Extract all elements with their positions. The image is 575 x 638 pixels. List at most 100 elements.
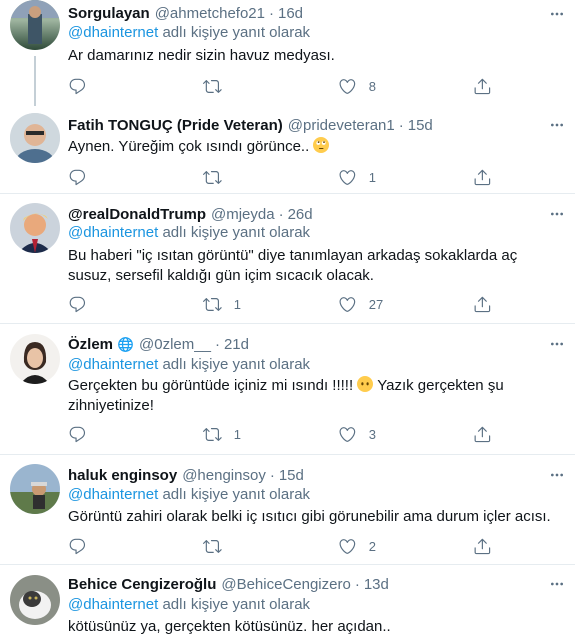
more-icon[interactable] <box>547 334 567 354</box>
action-bar: 2 <box>68 536 568 556</box>
reply-button[interactable] <box>68 424 99 444</box>
separator-dot: · <box>269 466 275 484</box>
avatar[interactable] <box>10 464 60 514</box>
timestamp[interactable]: 15d <box>408 117 433 134</box>
retweet-button[interactable] <box>203 167 234 187</box>
tweet-text: Bu haberi "iç ısıtan görüntü" diye tanım… <box>68 247 518 284</box>
like-button[interactable]: 2 <box>338 536 376 556</box>
retweet-icon <box>203 425 222 444</box>
retweet-button[interactable]: 1 <box>203 294 241 314</box>
mention-link[interactable]: @dhainternet <box>68 356 158 373</box>
more-icon[interactable] <box>547 115 567 135</box>
more-icon[interactable] <box>547 4 567 24</box>
avatar[interactable] <box>10 334 60 384</box>
avatar[interactable] <box>10 0 60 50</box>
mention-link[interactable]: @dhainternet <box>68 24 158 41</box>
more-icon[interactable] <box>547 465 567 485</box>
reply-button[interactable] <box>68 536 99 556</box>
display-name[interactable]: Fatih TONGUÇ (Pride Veteran) <box>68 117 283 134</box>
retweet-icon <box>203 77 222 96</box>
like-button[interactable]: 3 <box>338 424 376 444</box>
share-icon <box>473 168 492 187</box>
retweet-count: 1 <box>233 426 241 442</box>
tweet[interactable]: haluk enginsoy @henginsoy · 15d @dhainte… <box>0 455 575 565</box>
like-count: 2 <box>368 538 376 554</box>
action-bar: 1 27 <box>68 294 568 314</box>
share-button[interactable] <box>473 536 492 556</box>
globe-icon <box>117 336 134 353</box>
username[interactable]: @0zlem__ <box>139 336 211 353</box>
retweet-icon <box>203 168 222 187</box>
username[interactable]: @ahmetchefo21 <box>155 5 265 22</box>
timestamp[interactable]: 21d <box>224 336 249 353</box>
avatar[interactable] <box>10 203 60 253</box>
reply-context-label: adlı kişiye yanıt olarak <box>158 596 311 613</box>
reply-icon <box>68 168 87 187</box>
tweet-text-content: Aynen. Yüreğim çok ısındı görünce.. <box>68 138 310 155</box>
like-button[interactable]: 27 <box>338 294 383 314</box>
like-count: 8 <box>368 78 376 94</box>
like-button[interactable]: 1 <box>338 167 376 187</box>
tweet[interactable]: Sorgulayan @ahmetchefo21 · 16d @dhainter… <box>0 0 575 106</box>
avatar[interactable] <box>10 575 60 625</box>
reply-icon <box>68 425 87 444</box>
heart-icon <box>338 537 357 556</box>
username[interactable]: @prideveteran1 <box>288 117 395 134</box>
tweet-text: Ar damarınız nedir sizin havuz medyası. <box>68 47 335 64</box>
display-name[interactable]: Sorgulayan <box>68 5 150 22</box>
reply-context: @dhainternet adlı kişiye yanıt olarak <box>68 224 310 241</box>
reply-icon <box>68 537 87 556</box>
tweet-header: Behice Cengizeroğlu @BehiceCengizero · 1… <box>68 574 389 594</box>
tweet[interactable]: @realDonaldTrump @mjeyda · 26d @dhainter… <box>0 194 575 324</box>
display-name[interactable]: haluk enginsoy <box>68 467 177 484</box>
tweet[interactable]: Özlem @0zlem__ · 21d @dhainternet adlı k… <box>0 324 575 455</box>
tweet-text: Görüntü zahiri olarak belki iç ısıtıcı g… <box>68 508 551 525</box>
share-button[interactable] <box>473 76 492 96</box>
timestamp[interactable]: 26d <box>288 206 313 223</box>
mention-link[interactable]: @dhainternet <box>68 486 158 503</box>
share-icon <box>473 77 492 96</box>
reply-icon <box>68 77 87 96</box>
timestamp[interactable]: 16d <box>278 5 303 22</box>
heart-icon <box>338 295 357 314</box>
retweet-count: 1 <box>233 296 241 312</box>
like-button[interactable]: 8 <box>338 76 376 96</box>
username[interactable]: @mjeyda <box>211 206 275 223</box>
reply-button[interactable] <box>68 167 99 187</box>
face-with-rolling-eyes-emoji <box>313 137 330 153</box>
display-name[interactable]: Behice Cengizeroğlu <box>68 576 216 593</box>
retweet-button[interactable] <box>203 76 234 96</box>
action-bar: 8 <box>68 76 568 96</box>
tweet-text: Gerçekten bu görüntüde içiniz mi ısındı … <box>68 376 563 416</box>
separator-dot: · <box>268 4 274 22</box>
display-name[interactable]: Özlem <box>68 336 113 353</box>
reply-button[interactable] <box>68 294 99 314</box>
tweet[interactable]: Fatih TONGUÇ (Pride Veteran) @prideveter… <box>0 105 575 194</box>
retweet-button[interactable] <box>203 536 234 556</box>
more-icon[interactable] <box>547 204 567 224</box>
tweet-header: Fatih TONGUÇ (Pride Veteran) @prideveter… <box>68 115 433 135</box>
like-count: 3 <box>368 426 376 442</box>
share-button[interactable] <box>473 167 492 187</box>
like-count: 27 <box>368 296 384 312</box>
display-name[interactable]: @realDonaldTrump <box>68 206 206 223</box>
share-button[interactable] <box>473 294 492 314</box>
tweet-header: haluk enginsoy @henginsoy · 15d <box>68 465 304 485</box>
more-icon[interactable] <box>547 574 567 594</box>
username[interactable]: @BehiceCengizero <box>221 576 350 593</box>
reply-button[interactable] <box>68 76 99 96</box>
share-icon <box>473 537 492 556</box>
retweet-icon <box>203 537 222 556</box>
share-button[interactable] <box>473 424 492 444</box>
separator-dot: · <box>214 335 220 353</box>
mention-link[interactable]: @dhainternet <box>68 224 158 241</box>
separator-dot: · <box>278 205 284 223</box>
separator-dot: · <box>398 116 404 134</box>
retweet-button[interactable]: 1 <box>203 424 241 444</box>
mention-link[interactable]: @dhainternet <box>68 596 158 613</box>
timestamp[interactable]: 15d <box>279 467 304 484</box>
avatar[interactable] <box>10 113 60 163</box>
tweet[interactable]: Behice Cengizeroğlu @BehiceCengizero · 1… <box>0 565 575 638</box>
username[interactable]: @henginsoy <box>182 467 266 484</box>
timestamp[interactable]: 13d <box>364 576 389 593</box>
